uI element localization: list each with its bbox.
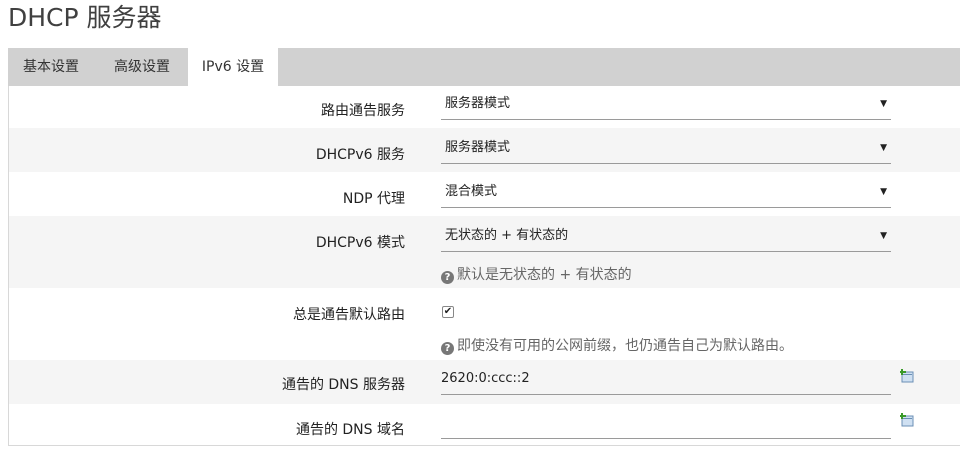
ra-default-label: 总是通告默认路由 <box>293 307 405 323</box>
help-circle-icon: ? <box>441 271 454 284</box>
dhcpv6-service-select[interactable]: 服务器模式 ▼ <box>441 134 891 164</box>
dhcpv6-mode-help-text: 默认是无状态的 + 有状态的 <box>457 267 632 283</box>
dhcpv6-mode-help: ? 默认是无状态的 + 有状态的 <box>441 264 632 284</box>
tab-bar: 基本设置 高级设置 IPv6 设置 <box>8 48 960 86</box>
row-ra-default: 总是通告默认路由 ✔ ? 即使没有可用的公网前缀，也仍通告自己为默认路由。 <box>9 288 960 360</box>
tab-advanced-settings[interactable]: 高级设置 <box>96 48 188 86</box>
ra-default-checkbox[interactable]: ✔ <box>442 306 454 318</box>
help-circle-icon: ? <box>441 342 454 355</box>
ra-service-label: 路由通告服务 <box>321 103 405 119</box>
ra-default-help: ? 即使没有可用的公网前缀，也仍通告自己为默认路由。 <box>441 335 793 355</box>
dhcpv6-mode-select[interactable]: 无状态的 + 有状态的 ▼ <box>441 222 891 252</box>
row-dhcpv6-mode: DHCPv6 模式 无状态的 + 有状态的 ▼ ? 默认是无状态的 + 有状态的 <box>9 216 960 288</box>
row-ndp-proxy: NDP 代理 混合模式 ▼ <box>9 172 960 216</box>
dhcpv6-service-value: 服务器模式 <box>445 140 511 155</box>
dns-servers-label: 通告的 DNS 服务器 <box>281 377 405 393</box>
dns-server-input[interactable]: 2620:0:ccc::2 <box>441 365 891 395</box>
row-ra-service: 路由通告服务 服务器模式 ▼ <box>9 86 960 128</box>
page-title: DHCP 服务器 <box>8 3 162 32</box>
caret-down-icon: ▼ <box>880 231 887 241</box>
ndp-proxy-value: 混合模式 <box>445 184 498 199</box>
caret-down-icon: ▼ <box>880 99 887 109</box>
dns-domain-input[interactable] <box>441 409 891 439</box>
row-dns-servers: 通告的 DNS 服务器 2620:0:ccc::2 <box>9 360 960 404</box>
ra-default-help-text: 即使没有可用的公网前缀，也仍通告自己为默认路由。 <box>457 338 793 354</box>
caret-down-icon: ▼ <box>880 187 887 197</box>
caret-down-icon: ▼ <box>880 143 887 153</box>
add-entry-icon[interactable] <box>900 369 914 383</box>
ndp-proxy-label: NDP 代理 <box>342 191 405 207</box>
dhcpv6-mode-label: DHCPv6 模式 <box>315 235 405 251</box>
ndp-proxy-select[interactable]: 混合模式 ▼ <box>441 178 891 208</box>
dhcpv6-service-label: DHCPv6 服务 <box>315 147 405 163</box>
row-dhcpv6-service: DHCPv6 服务 服务器模式 ▼ <box>9 128 960 172</box>
row-dns-domain: 通告的 DNS 域名 <box>9 404 960 446</box>
tab-ipv6-settings[interactable]: IPv6 设置 <box>188 48 278 86</box>
dns-domain-label: 通告的 DNS 域名 <box>295 422 405 438</box>
dhcpv6-mode-value: 无状态的 + 有状态的 <box>445 228 569 243</box>
add-entry-icon[interactable] <box>900 413 914 427</box>
ra-service-value: 服务器模式 <box>445 96 511 111</box>
ra-service-select[interactable]: 服务器模式 ▼ <box>441 90 891 120</box>
tab-basic-settings[interactable]: 基本设置 <box>8 48 94 86</box>
